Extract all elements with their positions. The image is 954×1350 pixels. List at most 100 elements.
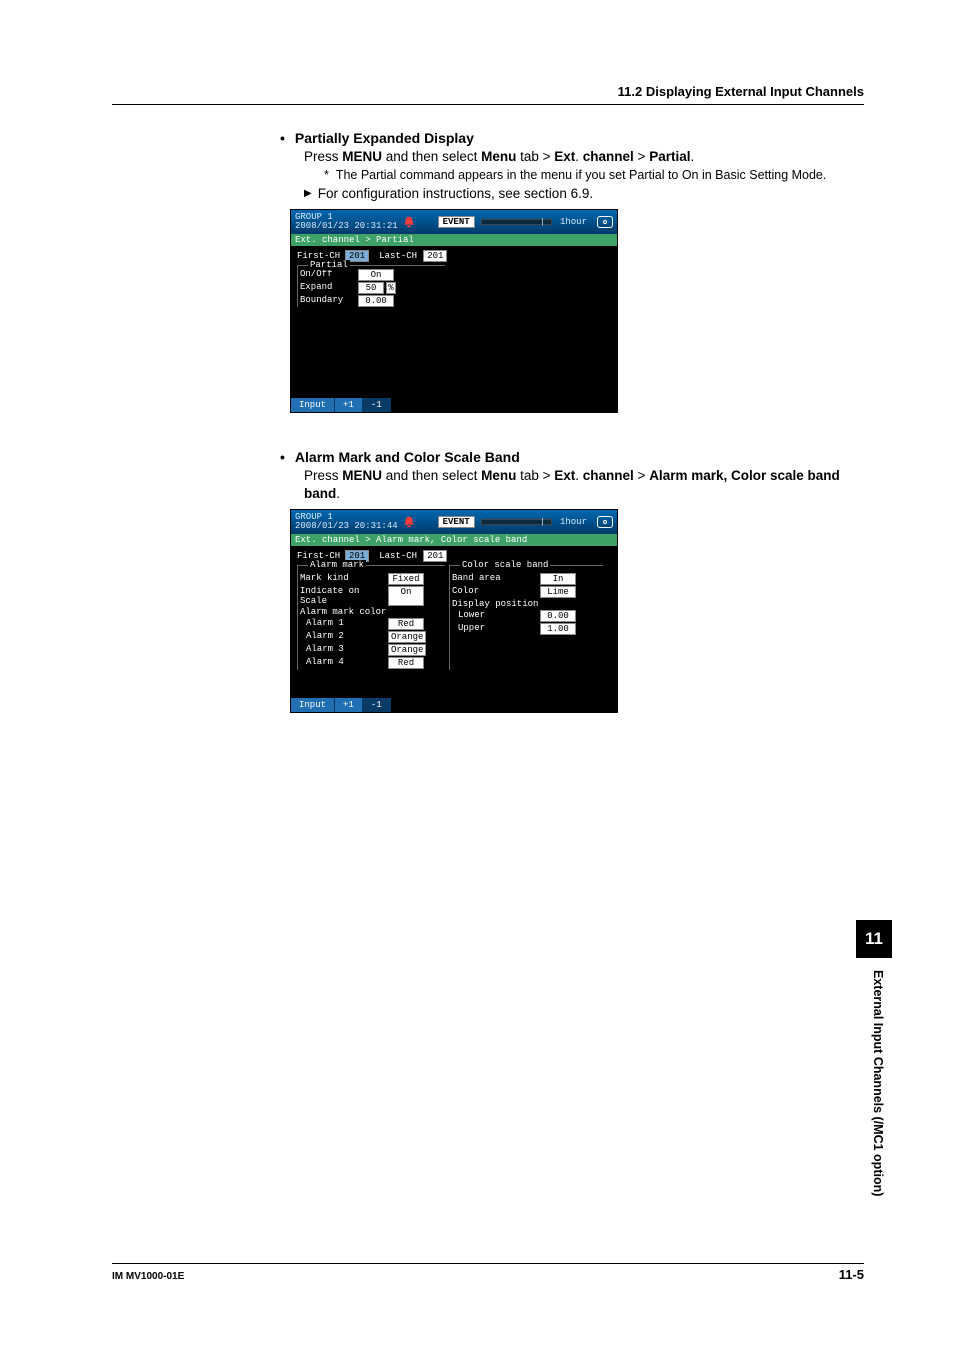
txt-b: Ext bbox=[554, 149, 575, 164]
last-ch-label: Last-CH bbox=[379, 551, 423, 561]
markkind-value[interactable]: Fixed bbox=[388, 573, 424, 585]
ios-value[interactable]: On bbox=[388, 586, 424, 606]
section2-heading: • Alarm Mark and Color Scale Band bbox=[280, 449, 864, 465]
txt: . bbox=[575, 149, 583, 164]
ss-group: GROUP 1 2008/01/23 20:31:44 bbox=[295, 513, 398, 531]
triangle-icon: ▶ bbox=[304, 188, 312, 199]
partial-fieldset: Partial On/OffOn Expand50% Boundary0.00 bbox=[297, 265, 445, 307]
plus1-button[interactable]: +1 bbox=[335, 398, 363, 412]
a1-label: Alarm 1 bbox=[300, 618, 388, 630]
chapter-tab: 11 bbox=[856, 920, 892, 958]
section2: • Alarm Mark and Color Scale Band Press … bbox=[280, 449, 864, 713]
section2-title: Alarm Mark and Color Scale Band bbox=[295, 449, 520, 465]
footer-rule bbox=[112, 1263, 864, 1264]
chapter-side-label: External Input Channels (/MC1 option) bbox=[871, 970, 885, 1196]
txt-b: Alarm mark, Color scale band bbox=[649, 468, 840, 483]
section1-title: Partially Expanded Display bbox=[295, 130, 474, 146]
camera-icon bbox=[597, 216, 613, 228]
camera-icon bbox=[597, 516, 613, 528]
bullet-dot: • bbox=[280, 130, 285, 146]
alarm-icon bbox=[402, 515, 416, 529]
last-ch-value[interactable]: 201 bbox=[423, 250, 447, 262]
timestamp: 2008/01/23 20:31:21 bbox=[295, 222, 398, 231]
txt-b: Menu bbox=[481, 149, 516, 164]
ba-value[interactable]: In bbox=[540, 573, 576, 585]
minus1-button[interactable]: -1 bbox=[363, 698, 391, 712]
txt-b: MENU bbox=[342, 149, 382, 164]
xref-row: ▶ For configuration instructions, see se… bbox=[304, 186, 864, 201]
bar-mark: | bbox=[540, 518, 545, 527]
section1-heading: • Partially Expanded Display bbox=[280, 130, 864, 146]
ss-group: GROUP 1 2008/01/23 20:31:21 bbox=[295, 213, 398, 231]
txt: > bbox=[634, 149, 649, 164]
ss-titlebar: GROUP 1 2008/01/23 20:31:44 EVENT | 1hou… bbox=[291, 510, 617, 534]
ss-body: First-CH 201 Last-CH 201 Partial On/OffO… bbox=[291, 246, 617, 398]
ios-label: Indicate on Scale bbox=[300, 586, 388, 606]
txt-b: channel bbox=[583, 149, 634, 164]
input-button[interactable]: Input bbox=[291, 398, 335, 412]
boundary-label: Boundary bbox=[300, 295, 358, 307]
footer-page-number: 11-5 bbox=[839, 1267, 864, 1282]
input-button[interactable]: Input bbox=[291, 698, 335, 712]
ss-footer: Input +1 -1 bbox=[291, 398, 617, 412]
amcolor-label: Alarm mark color bbox=[300, 607, 388, 617]
duration-label: 1hour bbox=[560, 517, 587, 527]
ss-footer: Input +1 -1 bbox=[291, 698, 617, 712]
txt-b: Partial bbox=[649, 149, 690, 164]
a2-value[interactable]: Orange bbox=[388, 631, 426, 643]
bullet-dot: • bbox=[280, 449, 285, 465]
section2-instruction: Press MENU and then select Menu tab > Ex… bbox=[304, 467, 864, 503]
footnote-text: The Partial command appears in the menu … bbox=[336, 168, 827, 182]
section1-instruction: Press MENU and then select Menu tab > Ex… bbox=[304, 148, 864, 166]
lower-value[interactable]: 0.00 bbox=[540, 610, 576, 622]
progress-bar: | bbox=[481, 519, 552, 525]
upper-label: Upper bbox=[452, 623, 540, 635]
lower-label: Lower bbox=[452, 610, 540, 622]
upper-value[interactable]: 1.00 bbox=[540, 623, 576, 635]
header-section-title: 11.2 Displaying External Input Channels bbox=[618, 84, 864, 99]
txt-b: MENU bbox=[342, 468, 382, 483]
plus1-button[interactable]: +1 bbox=[335, 698, 363, 712]
page: 11.2 Displaying External Input Channels … bbox=[0, 0, 954, 1350]
alarm-mark-legend: Alarm mark bbox=[308, 560, 366, 570]
txt: and then select bbox=[382, 149, 481, 164]
event-badge: EVENT bbox=[438, 216, 475, 228]
expand-value[interactable]: 50 bbox=[358, 282, 384, 294]
color-value[interactable]: Lime bbox=[540, 586, 576, 598]
txt: tab > bbox=[516, 468, 554, 483]
ss-titlebar: GROUP 1 2008/01/23 20:31:21 EVENT | 1hou… bbox=[291, 210, 617, 234]
xref-text: For configuration instructions, see sect… bbox=[318, 186, 593, 201]
ss-breadcrumb: Ext. channel > Alarm mark, Color scale b… bbox=[291, 534, 617, 546]
bar-mark: | bbox=[540, 218, 545, 227]
markkind-label: Mark kind bbox=[300, 573, 388, 585]
txt-b: channel bbox=[583, 468, 634, 483]
screenshot-alarm: GROUP 1 2008/01/23 20:31:44 EVENT | 1hou… bbox=[290, 509, 618, 713]
timestamp: 2008/01/23 20:31:44 bbox=[295, 522, 398, 531]
fieldset-container: Alarm mark Mark kindFixed Indicate on Sc… bbox=[297, 565, 607, 670]
a3-label: Alarm 3 bbox=[300, 644, 388, 656]
onoff-value[interactable]: On bbox=[358, 269, 394, 281]
alarm-icon bbox=[402, 215, 416, 229]
last-ch-value[interactable]: 201 bbox=[423, 550, 447, 562]
onoff-label: On/Off bbox=[300, 269, 358, 281]
txt: Press bbox=[304, 468, 342, 483]
ba-label: Band area bbox=[452, 573, 540, 585]
color-label: Color bbox=[452, 586, 540, 598]
last-ch-label: Last-CH bbox=[379, 251, 423, 261]
partial-legend: Partial bbox=[308, 260, 350, 270]
a3-value[interactable]: Orange bbox=[388, 644, 426, 656]
boundary-value[interactable]: 0.00 bbox=[358, 295, 394, 307]
ss-body: First-CH 201 Last-CH 201 Alarm mark Mark… bbox=[291, 546, 617, 698]
csb-legend: Color scale band bbox=[460, 560, 550, 570]
txt: tab > bbox=[516, 149, 554, 164]
txt: and then select bbox=[382, 468, 481, 483]
a4-label: Alarm 4 bbox=[300, 657, 388, 669]
txt: > bbox=[634, 468, 649, 483]
minus1-button[interactable]: -1 bbox=[363, 398, 391, 412]
header-rule bbox=[112, 104, 864, 105]
a1-value[interactable]: Red bbox=[388, 618, 424, 630]
footnote-row: * The Partial command appears in the men… bbox=[324, 168, 864, 182]
star: * bbox=[324, 168, 329, 182]
event-badge: EVENT bbox=[438, 516, 475, 528]
a4-value[interactable]: Red bbox=[388, 657, 424, 669]
